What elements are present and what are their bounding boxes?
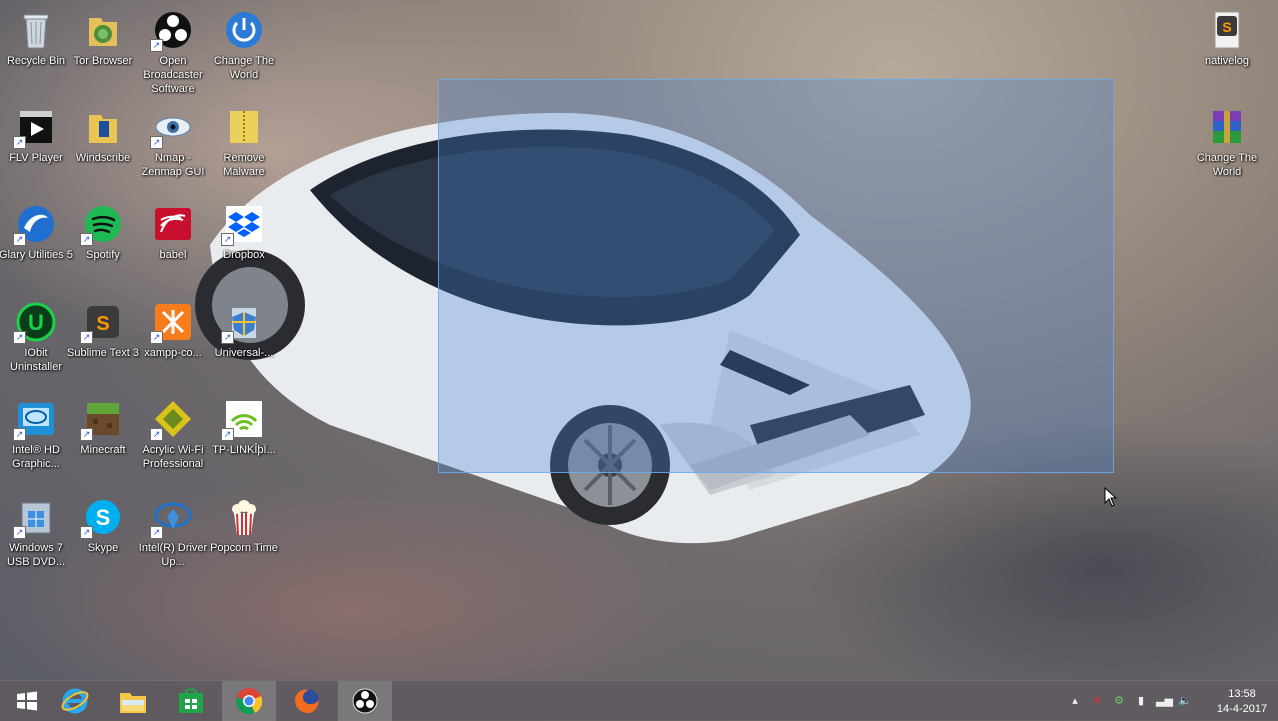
tor-browser-icon (83, 10, 123, 50)
acrylic-wifi-icon: ↗ (150, 399, 193, 441)
desktop-icon-remove-malware[interactable]: Remove Malware (208, 103, 280, 179)
clock-date: 14-4-2017 (1216, 703, 1268, 715)
recycle-bin-icon (16, 10, 56, 50)
intel-graphics-icon: ↗ (13, 399, 56, 441)
obs-icon: ↗ (150, 10, 193, 52)
svg-text:S: S (96, 313, 109, 335)
file-explorer-icon (120, 693, 146, 713)
security-alert-icon[interactable]: ✕ (1090, 695, 1104, 707)
flv-player-icon: ↗ (13, 107, 56, 149)
svg-text:S: S (1222, 19, 1231, 35)
winrar-icon (1207, 107, 1247, 147)
glary-icon: ↗ (13, 204, 56, 246)
desktop[interactable]: Recycle Bin ↗ FLV Player ↗ Glary Utiliti… (0, 0, 1278, 680)
desktop-icon-flv-player[interactable]: ↗ FLV Player (0, 103, 72, 165)
desktop-icon-obs[interactable]: ↗ Open Broadcaster Software (137, 6, 209, 96)
iobit-icon: U ↗ (13, 302, 56, 344)
taskbar: ▴ ✕ ⚙ ▮ ▃▅ 🔈 13:58 14-4-2017 (0, 680, 1278, 721)
taskbar-obs[interactable] (338, 681, 392, 721)
volume-icon[interactable]: 🔈 (1178, 695, 1192, 707)
desktop-icon-glary-utilities[interactable]: ↗ Glary Utilities 5 (0, 200, 73, 262)
xampp-icon: ↗ (150, 302, 193, 344)
sublime-icon: S ↗ (80, 302, 123, 344)
desktop-icon-sublime-text[interactable]: S ↗ Sublime Text 3 (67, 298, 139, 360)
intel-driver-icon: ↗ (150, 497, 193, 539)
popcorn-icon (224, 497, 264, 537)
store-icon (179, 688, 203, 713)
gear-icon[interactable]: ⚙ (1112, 695, 1126, 707)
desktop-icon-tor-browser[interactable]: Tor Browser (67, 6, 139, 68)
desktop-icon-nmap[interactable]: ↗ Nmap - Zenmap GUI (137, 103, 209, 179)
desktop-icon-tplink[interactable]: ↗ TP-LINKÎþÏ... (208, 395, 280, 457)
desktop-icon-popcorn-time[interactable]: Popcorn Time (208, 493, 280, 555)
taskbar-firefox[interactable] (280, 681, 334, 721)
desktop-icon-intel-hd[interactable]: ↗ Intel® HD Graphic... (0, 395, 72, 471)
taskbar-internet-explorer[interactable] (48, 681, 102, 721)
desktop-icon-acrylic-wifi[interactable]: ↗ Acrylic Wi-Fi Professional (137, 395, 209, 471)
taskbar-google-chrome[interactable] (222, 681, 276, 721)
system-tray: ▴ ✕ ⚙ ▮ ▃▅ 🔈 13:58 14-4-2017 (1068, 681, 1278, 721)
desktop-icon-recycle-bin[interactable]: Recycle Bin (0, 6, 72, 68)
clock[interactable]: 13:58 14-4-2017 (1212, 687, 1272, 717)
network-signal-icon[interactable]: ▃▅ (1156, 695, 1173, 707)
desktop-icon-babel[interactable]: babel (137, 200, 209, 262)
firefox-icon (295, 689, 319, 714)
desktop-icon-nativelog[interactable]: S nativelog (1191, 6, 1263, 68)
show-hidden-icons-chevron-icon[interactable]: ▴ (1068, 695, 1082, 707)
svg-text:U: U (28, 310, 44, 335)
start-button[interactable] (0, 681, 54, 721)
chrome-icon (236, 688, 263, 715)
mouse-cursor-icon (1104, 487, 1118, 507)
tplink-wifi-icon: ↗ (221, 399, 264, 441)
desktop-icon-windscribe[interactable]: Windscribe (67, 103, 139, 165)
ie-icon (61, 688, 89, 714)
windows-start-icon (17, 691, 37, 711)
taskbar-store[interactable] (164, 681, 218, 721)
desktop-icon-universal[interactable]: ↗ Universal-... (208, 298, 280, 360)
windscribe-folder-icon (83, 107, 123, 147)
svg-text:S: S (96, 505, 111, 530)
minecraft-icon: ↗ (80, 399, 123, 441)
desktop-icon-winrar-archive[interactable]: Change The World (1191, 103, 1263, 179)
desktop-icon-xampp[interactable]: ↗ xampp-co... (137, 298, 209, 360)
folder-zipper-icon (224, 107, 264, 147)
power-icon (224, 10, 264, 50)
spotify-icon: ↗ (80, 204, 123, 246)
drag-selection-rectangle (438, 79, 1114, 473)
skype-icon: S ↗ (80, 497, 123, 539)
windows-usb-icon: ↗ (13, 497, 56, 539)
desktop-icon-dropbox[interactable]: ↗ Dropbox (208, 200, 280, 262)
desktop-icon-skype[interactable]: S ↗ Skype (67, 493, 139, 555)
desktop-icon-minecraft[interactable]: ↗ Minecraft (67, 395, 139, 457)
desktop-icon-change-the-world[interactable]: Change The World (208, 6, 280, 82)
battery-icon[interactable]: ▮ (1134, 695, 1148, 707)
desktop-icon-iobit[interactable]: U ↗ IObit Uninstaller (0, 298, 72, 374)
universal-shield-icon: ↗ (221, 302, 264, 344)
desktop-icon-windows-usb[interactable]: ↗ Windows 7 USB DVD... (0, 493, 72, 569)
dropbox-icon: ↗ (221, 204, 264, 246)
nmap-eye-icon: ↗ (150, 107, 193, 149)
babel-icon (153, 204, 193, 244)
desktop-icon-spotify[interactable]: ↗ Spotify (67, 200, 139, 262)
taskbar-file-explorer[interactable] (106, 681, 160, 721)
desktop-icon-intel-driver[interactable]: ↗ Intel(R) Driver Up... (137, 493, 209, 569)
sublime-file-icon: S (1207, 10, 1247, 50)
obs-taskbar-icon (352, 688, 378, 714)
clock-time: 13:58 (1228, 688, 1256, 700)
